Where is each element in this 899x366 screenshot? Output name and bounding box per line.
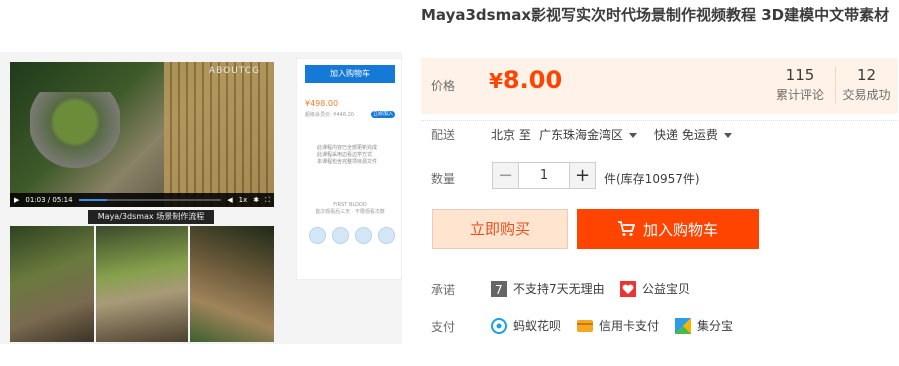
mini-notes: 此课程内容已全部更新完成 此课程采用边看边学方式 本课程包含完整项目源文件 (317, 145, 397, 166)
mini-fb-title: FIRST BLOOD (333, 202, 367, 208)
mini-product-card: 加入购物车 ¥498.00 超级会员价: ¥448.20 立即加入 此课程内容已… (296, 58, 402, 280)
thumbnail-1[interactable] (10, 226, 94, 342)
reviews-label: 累计评论 (775, 88, 824, 102)
settings-icon[interactable]: ✱ (253, 196, 259, 204)
reviews-count: 115 (785, 66, 815, 84)
shopping-cart-icon (617, 221, 635, 236)
sales-label: 交易成功 (842, 88, 891, 102)
sales-stat: 12 交易成功 (835, 66, 897, 103)
volume-icon[interactable]: ◀ (227, 196, 232, 204)
mini-note: 此课程采用边看边学方式 (317, 152, 373, 158)
avatar (309, 227, 326, 244)
quantity-input[interactable]: 1 (519, 163, 569, 188)
payment-credit-card[interactable]: 信用卡支付 (577, 317, 659, 334)
product-title: Maya3dsmax影视写实次时代场景制作视频教程 3D建模中文带素材 (421, 6, 890, 24)
mini-note: 此课程内容已全部更新完成 (317, 145, 378, 151)
quantity-stepper: − 1 + (492, 162, 596, 189)
stock-text: 件(库存10957件) (604, 172, 700, 186)
video-player[interactable]: ABOUTCG (10, 62, 274, 207)
thumbnail-2[interactable] (96, 226, 188, 342)
promise-charity[interactable]: 公益宝贝 (620, 280, 690, 297)
no-7day-return-icon: 7 (491, 280, 507, 297)
video-progress-bar[interactable] (78, 199, 222, 201)
avatar (355, 227, 372, 244)
svg-text:7: 7 (495, 283, 503, 297)
add-to-cart-label: 加入购物车 (642, 220, 718, 239)
mini-avatars (309, 227, 395, 244)
currency-symbol: ¥ (489, 69, 503, 93)
reviews-stat[interactable]: 115 累计评论 (767, 66, 833, 103)
huabei-icon (491, 317, 507, 334)
shipping-method-dropdown[interactable]: 快递 免运费 (654, 126, 732, 143)
credit-card-icon (577, 319, 593, 332)
mini-price: ¥498.00 (305, 99, 339, 108)
mini-note: 本课程包含完整项目源文件 (317, 159, 378, 165)
speed-button[interactable]: 1x (239, 196, 248, 204)
decrease-button[interactable]: − (493, 163, 519, 188)
video-caption: Maya/3dsmax 场景制作流程 (88, 210, 214, 224)
mini-add-to-cart-button[interactable]: 加入购物车 (305, 65, 395, 83)
payment-huabei[interactable]: 蚂蚁花呗 (491, 317, 561, 334)
video-frame-lantern (30, 92, 120, 192)
promise-item: 公益宝贝 (642, 282, 691, 296)
divider (421, 120, 898, 121)
video-progress-fill (78, 199, 108, 201)
charity-heart-icon (620, 280, 636, 297)
increase-button[interactable]: + (569, 163, 595, 188)
shipping-from: 北京 至 (491, 128, 531, 142)
price-box: 价格 ¥8.00 115 累计评论 12 交易成功 (421, 58, 898, 114)
chevron-down-icon (723, 133, 732, 138)
add-to-cart-button[interactable]: 加入购物车 (577, 209, 759, 249)
video-time: 01:03 / 05:14 (25, 196, 73, 204)
promise-label: 承诺 (431, 283, 456, 297)
quantity-label: 数量 (431, 172, 456, 186)
payment-item: 蚂蚁花呗 (513, 319, 562, 333)
payment-item: 集分宝 (697, 319, 734, 333)
play-icon[interactable]: ▶ (14, 196, 19, 204)
buy-now-button[interactable]: 立即购买 (432, 209, 568, 249)
sales-count: 12 (856, 66, 877, 84)
price-value: ¥8.00 (489, 66, 562, 94)
avatar (332, 227, 349, 244)
mini-first-blood: FIRST BLOOD 首次观看后三天 · 不限观看次数 (297, 202, 403, 216)
jifenbao-icon (675, 317, 691, 334)
video-controls[interactable]: ▶ 01:03 / 05:14 ◀ 1x ✱ ⛶ (10, 193, 274, 207)
mini-fb-sub: 首次观看后三天 · 不限观看次数 (315, 209, 385, 215)
fullscreen-icon[interactable]: ⛶ (265, 196, 270, 205)
payment-label: 支付 (431, 320, 456, 334)
payment-item: 信用卡支付 (599, 319, 660, 333)
payment-jifenbao[interactable]: 集分宝 (675, 317, 733, 334)
shipping-destination: 广东珠海金湾区 (539, 128, 624, 142)
shipping-destination-dropdown[interactable]: 广东珠海金湾区 (539, 126, 638, 143)
price-label: 价格 (431, 79, 456, 93)
promise-no-7day[interactable]: 7 不支持7天无理由 (491, 280, 605, 297)
chevron-down-icon (629, 133, 638, 138)
thumbnail-3[interactable] (190, 226, 274, 342)
mini-join-pill[interactable]: 立即加入 (371, 111, 395, 118)
price-amount: 8.00 (502, 66, 563, 94)
promise-item: 不支持7天无理由 (513, 282, 605, 296)
avatar (378, 227, 395, 244)
shipping-label: 配送 (431, 128, 456, 142)
video-watermark: ABOUTCG (208, 66, 260, 76)
video-frame-bamboo (164, 62, 274, 207)
shipping-method: 快递 免运费 (654, 128, 718, 142)
mini-member-price: 超级会员价: ¥448.20 (305, 112, 354, 118)
